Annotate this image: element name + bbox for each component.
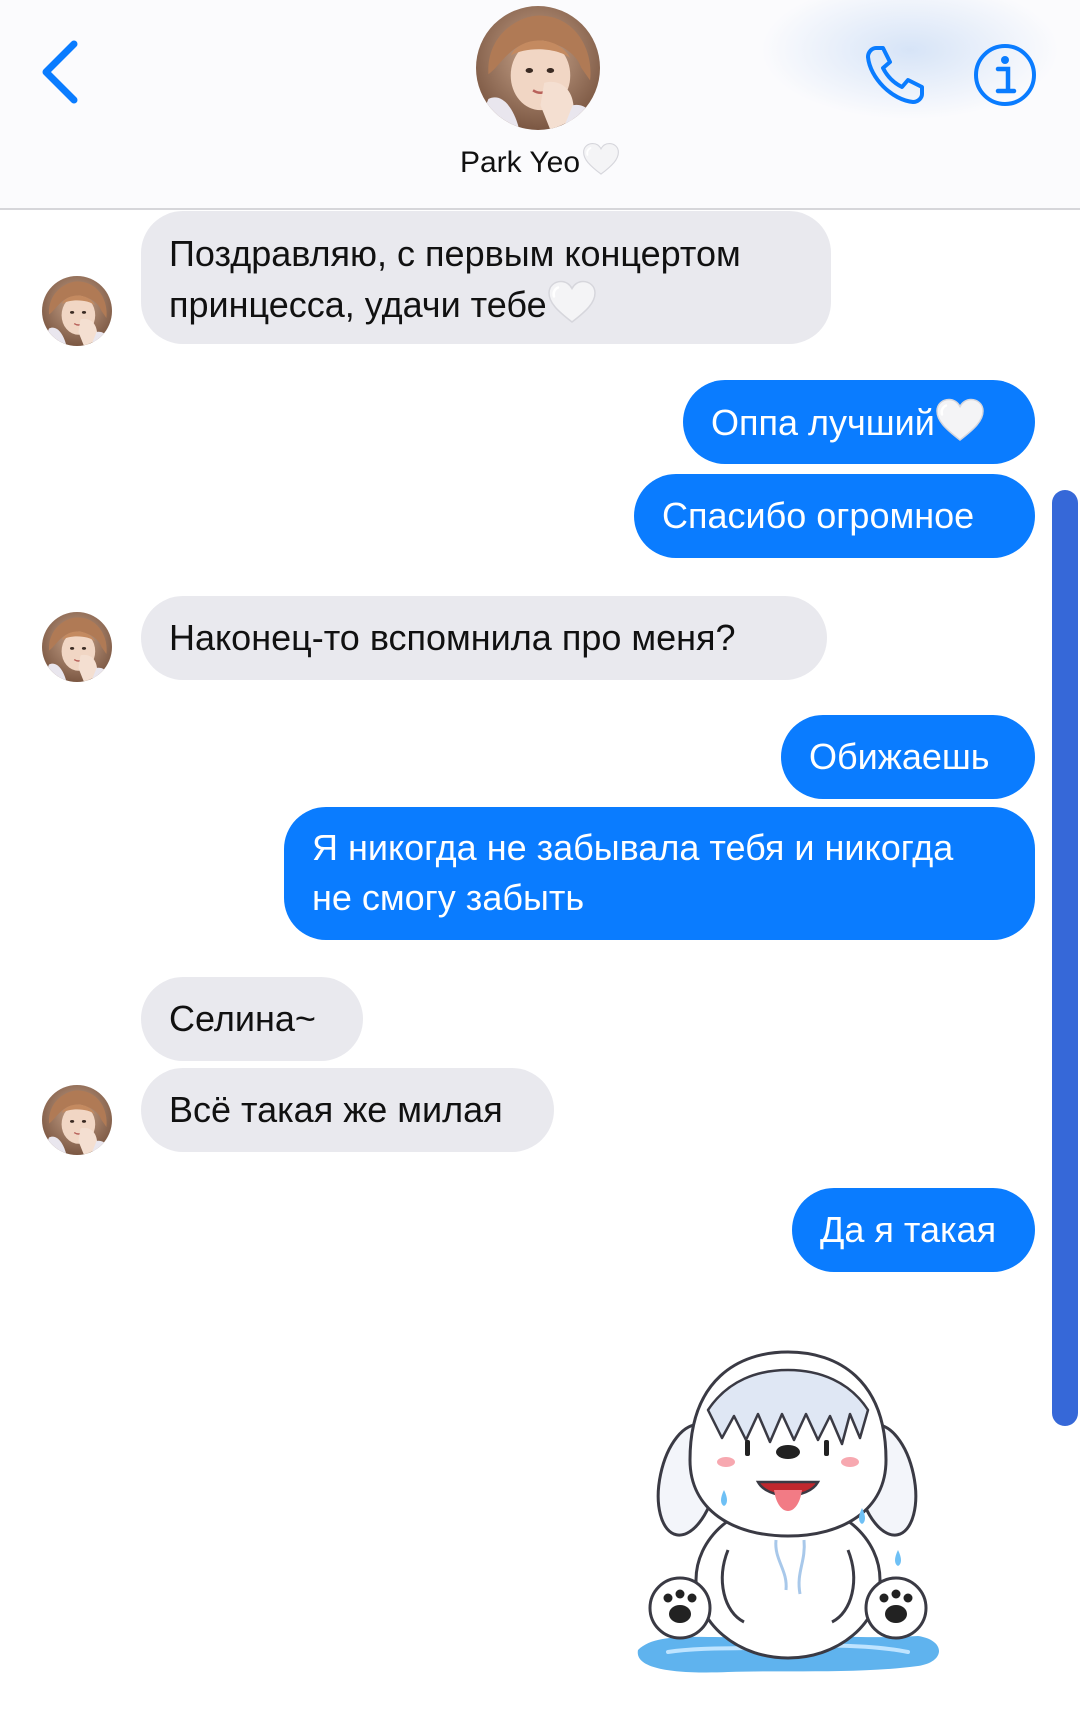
message-text: Всё такая же милая: [169, 1089, 503, 1130]
outgoing-message[interactable]: Да я такая: [792, 1188, 1035, 1272]
back-button[interactable]: [30, 30, 90, 110]
sender-avatar[interactable]: [42, 276, 112, 346]
outgoing-message[interactable]: Оппа лучший: [683, 380, 1035, 464]
contact-name[interactable]: Park Yeo: [0, 142, 1080, 184]
phone-icon: [866, 46, 924, 104]
sender-avatar[interactable]: [42, 612, 112, 682]
scroll-indicator[interactable]: [1052, 490, 1078, 1426]
message-text: Спасибо огромное: [662, 495, 975, 536]
polar-bear-sticker[interactable]: [628, 1340, 948, 1680]
call-button[interactable]: [862, 42, 928, 108]
chevron-left-icon: [42, 40, 78, 104]
message-line: принцесса, удачи тебе: [169, 284, 547, 325]
chat-header: Park Yeo: [0, 0, 1080, 210]
white-heart-icon: [935, 397, 985, 456]
message-text: Да я такая: [820, 1209, 997, 1250]
contact-name-text: Park Yeo: [459, 146, 581, 179]
message-line: Я никогда не забывала тебя и никогда: [312, 827, 954, 868]
white-heart-icon: [582, 142, 620, 184]
incoming-message[interactable]: Наконец-то вспомнила про меня?: [141, 596, 827, 680]
outgoing-message[interactable]: Я никогда не забывала тебя и никогда не …: [284, 807, 1035, 940]
message-text: Обижаешь: [809, 736, 990, 777]
message-text: Оппа лучший: [711, 402, 935, 443]
sender-avatar[interactable]: [42, 1085, 112, 1155]
message-text: Наконец-то вспомнила про меня?: [169, 617, 736, 658]
info-button[interactable]: [972, 42, 1038, 108]
message-line-with-emoji: принцесса, удачи тебе: [169, 279, 803, 338]
incoming-message[interactable]: Поздравляю, с первым концертом принцесса…: [141, 211, 831, 344]
wet-polar-bear-sticker-icon: [637, 1350, 939, 1673]
message-text: Селина~: [169, 998, 316, 1039]
incoming-message[interactable]: Всё такая же милая: [141, 1068, 554, 1152]
contact-avatar[interactable]: [476, 6, 600, 130]
outgoing-message[interactable]: Обижаешь: [781, 715, 1035, 799]
message-line: Поздравляю, с первым концертом: [169, 233, 741, 274]
outgoing-message[interactable]: Спасибо огромное: [634, 474, 1035, 558]
info-icon: [974, 44, 1036, 106]
white-heart-icon: [547, 279, 597, 338]
message-line: не смогу забыть: [312, 877, 585, 918]
incoming-message[interactable]: Селина~: [141, 977, 363, 1061]
